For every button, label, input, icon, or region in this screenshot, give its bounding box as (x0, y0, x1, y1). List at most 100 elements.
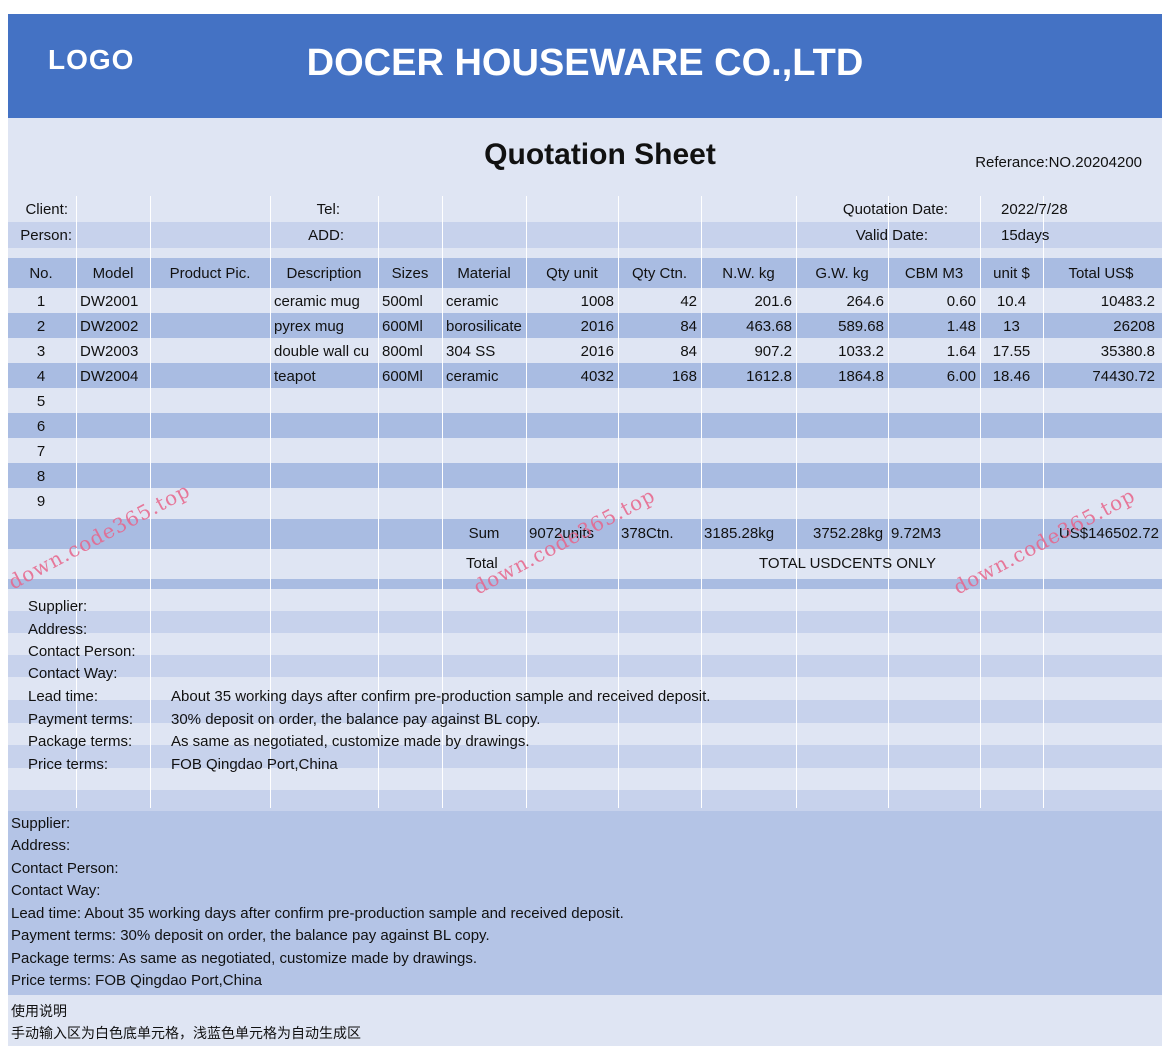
valid-date-value[interactable]: 15days (1001, 224, 1151, 248)
note-supplier: Supplier: (11, 815, 71, 832)
table-cell[interactable]: 42 (620, 290, 697, 314)
note-price-terms: Price terms: FOB Qingdao Port,China (11, 972, 262, 989)
row-band (8, 196, 1162, 222)
table-cell[interactable]: teapot (274, 365, 378, 389)
note-address: Address: (11, 837, 71, 854)
header-banner: LOGO DOCER HOUSEWARE CO.,LTD (8, 14, 1162, 118)
row-number: 4 (36, 368, 46, 385)
table-cell[interactable]: 1008 (528, 290, 614, 314)
table-cell[interactable]: 304 SS (446, 340, 526, 364)
column-header: Qty Ctn. (631, 265, 687, 282)
row-band (8, 633, 1162, 655)
table-cell[interactable]: 84 (620, 340, 697, 364)
price-terms-value[interactable]: FOB Qingdao Port,China (171, 753, 1071, 777)
valid-date-label: Valid Date: (855, 227, 928, 244)
sum-cbm: 9.72M3 (891, 525, 942, 542)
table-cell[interactable]: 589.68 (798, 315, 884, 339)
price-terms-label: Price terms: (28, 756, 109, 773)
table-cell[interactable]: 10.4 (982, 290, 1041, 314)
table-cell[interactable]: DW2001 (80, 290, 150, 314)
tel-label: Tel: (316, 201, 340, 218)
table-cell[interactable]: pyrex mug (274, 315, 378, 339)
column-header: N.W. kg (722, 265, 775, 282)
table-cell[interactable]: 6.00 (890, 365, 976, 389)
package-terms-label: Package terms: (28, 733, 133, 750)
sum-qty-unit: 9072units (529, 525, 595, 542)
note-package-terms: Package terms: As same as negotiated, cu… (11, 950, 478, 967)
table-cell[interactable]: 168 (620, 365, 697, 389)
usage-instructions: 使用说明 手动输入区为白色底单元格，浅蓝色单元格为自动生成区 (8, 997, 1162, 1046)
table-cell[interactable]: 201.6 (703, 290, 792, 314)
table-cell[interactable]: ceramic (446, 365, 526, 389)
table-cell[interactable]: double wall cu (274, 340, 378, 364)
quotation-sheet: LOGO DOCER HOUSEWARE CO.,LTD Quotation S… (4, 14, 1162, 1046)
sum-gw: 3752.28kg (813, 525, 884, 542)
note-contact-way: Contact Way: (11, 882, 101, 899)
table-cell[interactable]: 1612.8 (703, 365, 792, 389)
contact-way-label: Contact Way: (28, 665, 118, 682)
row-number: 7 (36, 443, 46, 460)
address-label: Address: (28, 621, 88, 638)
table-cell[interactable]: ceramic mug (274, 290, 378, 314)
table-cell[interactable]: 4032 (528, 365, 614, 389)
column-header: Sizes (391, 265, 429, 282)
table-cell[interactable]: 1864.8 (798, 365, 884, 389)
person-label: Person: (20, 227, 72, 244)
row-number: 6 (36, 418, 46, 435)
total-label: Total (466, 555, 498, 572)
table-cell[interactable]: 26208 (1045, 315, 1155, 339)
table-cell[interactable]: 18.46 (982, 365, 1041, 389)
table-cell[interactable]: 10483.2 (1045, 290, 1155, 314)
row-number: 3 (36, 343, 46, 360)
table-cell[interactable]: 600Ml (382, 315, 442, 339)
column-header: Material (457, 265, 511, 282)
row-band (8, 463, 1162, 488)
column-header: Product Pic. (169, 265, 251, 282)
payment-terms-value[interactable]: 30% deposit on order, the balance pay ag… (171, 708, 1071, 732)
table-cell[interactable]: 264.6 (798, 290, 884, 314)
table-cell[interactable]: 500ml (382, 290, 442, 314)
table-cell[interactable]: 84 (620, 315, 697, 339)
table-cell[interactable]: 1.48 (890, 315, 976, 339)
table-cell[interactable]: DW2002 (80, 315, 150, 339)
row-band (8, 790, 1162, 811)
table-cell[interactable]: 1033.2 (798, 340, 884, 364)
row-band (8, 611, 1162, 633)
lead-time-value[interactable]: About 35 working days after confirm pre-… (171, 685, 1071, 709)
column-header: CBM M3 (904, 265, 964, 282)
row-band (8, 438, 1162, 463)
row-band (8, 589, 1162, 611)
row-band (8, 248, 1162, 258)
table-cell[interactable]: 907.2 (703, 340, 792, 364)
row-band (8, 222, 1162, 248)
contact-person-label: Contact Person: (28, 643, 136, 660)
notes-summary: Supplier: Address: Contact Person: Conta… (8, 811, 1162, 995)
note-payment-terms: Payment terms: 30% deposit on order, the… (11, 927, 490, 944)
table-cell[interactable]: 74430.72 (1045, 365, 1155, 389)
row-number: 9 (36, 493, 46, 510)
table-cell[interactable]: DW2004 (80, 365, 150, 389)
table-cell[interactable]: ceramic (446, 290, 526, 314)
table-cell[interactable]: 800ml (382, 340, 442, 364)
table-cell[interactable]: 17.55 (982, 340, 1041, 364)
table-cell[interactable]: 2016 (528, 340, 614, 364)
quotation-date-label: Quotation Date: (842, 201, 948, 218)
sum-qty-ctn: 378Ctn. (621, 525, 674, 542)
table-cell[interactable]: 1.64 (890, 340, 976, 364)
table-cell[interactable]: 0.60 (890, 290, 976, 314)
quotation-date-value[interactable]: 2022/7/28 (1001, 198, 1151, 222)
package-terms-value[interactable]: As same as negotiated, customize made by… (171, 730, 1071, 754)
column-header: G.W. kg (815, 265, 869, 282)
table-cell[interactable]: 600Ml (382, 365, 442, 389)
table-cell[interactable]: borosilicate (446, 315, 526, 339)
table-cell[interactable]: 13 (982, 315, 1041, 339)
table-cell[interactable]: DW2003 (80, 340, 150, 364)
row-number: 8 (36, 468, 46, 485)
table-cell[interactable]: 35380.8 (1045, 340, 1155, 364)
table-cell[interactable]: 463.68 (703, 315, 792, 339)
row-number: 1 (36, 293, 46, 310)
column-header: unit $ (993, 265, 1030, 282)
payment-terms-label: Payment terms: (28, 711, 134, 728)
table-cell[interactable]: 2016 (528, 315, 614, 339)
row-band (8, 488, 1162, 513)
